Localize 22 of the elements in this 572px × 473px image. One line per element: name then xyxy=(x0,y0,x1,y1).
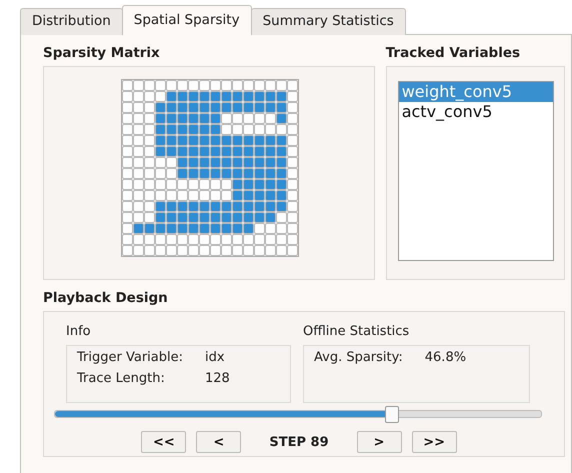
step-forward-button[interactable]: >> xyxy=(412,431,457,453)
field-label: Trace Length: xyxy=(77,371,166,386)
variable-list[interactable]: weight_conv5 actv_conv5 xyxy=(398,81,554,261)
field-label: Trigger Variable: xyxy=(77,350,183,365)
section-title: Sparsity Matrix xyxy=(43,45,161,61)
step-label: STEP 89 xyxy=(269,434,329,450)
field-value: 46.8% xyxy=(424,350,466,365)
step-back-button[interactable]: << xyxy=(141,431,186,453)
section-title: Playback Design xyxy=(43,290,169,306)
field-label: Avg. Sparsity: xyxy=(314,350,403,365)
section-title: Tracked Variables xyxy=(386,45,522,61)
slider-track[interactable] xyxy=(54,410,542,418)
step-back-button[interactable]: < xyxy=(196,431,242,453)
step-forward-button[interactable]: > xyxy=(356,431,402,453)
group-title: Offline Statistics xyxy=(303,324,410,339)
tab[interactable]: Distribution xyxy=(20,8,123,35)
tab[interactable]: Spatial Sparsity xyxy=(122,5,252,35)
field-value: idx xyxy=(204,350,226,365)
group-title: Info xyxy=(66,324,92,339)
field-value: 128 xyxy=(204,371,230,386)
slider-handle[interactable] xyxy=(384,406,399,423)
tab[interactable]: Summary Statistics xyxy=(250,8,406,35)
